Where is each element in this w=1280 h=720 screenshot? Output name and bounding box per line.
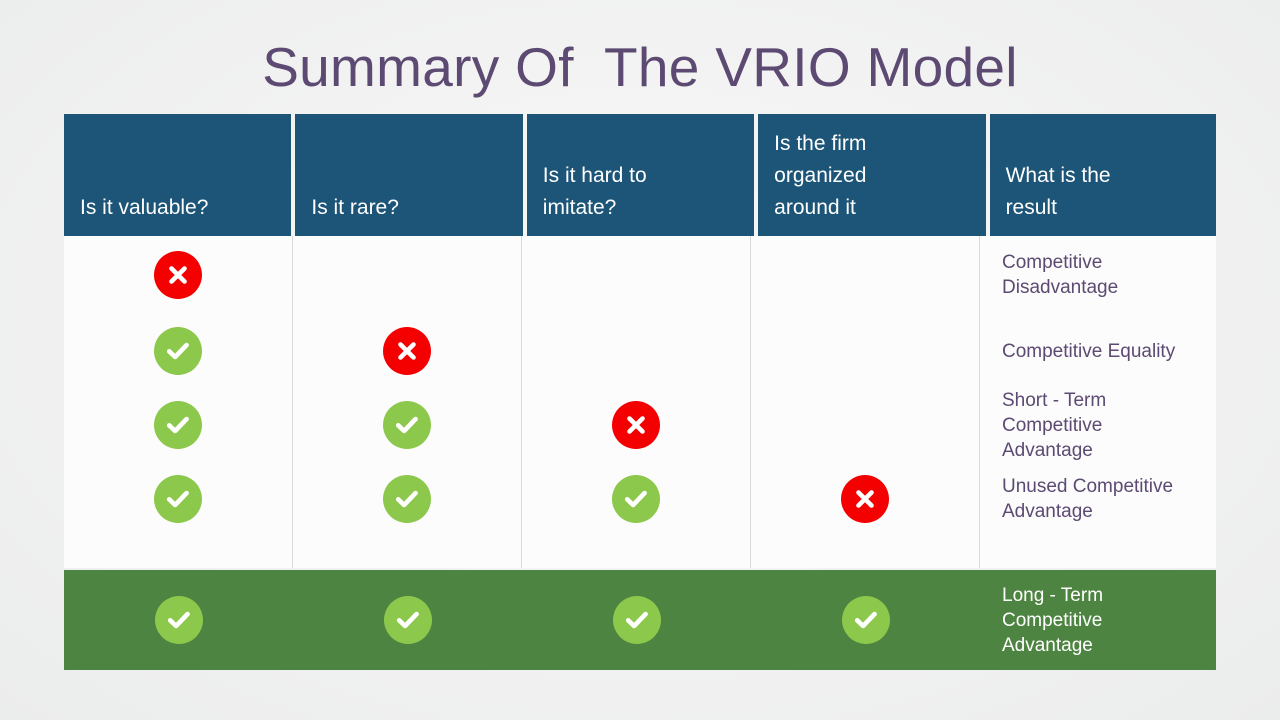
table-cell [64,570,293,670]
table-column-imitate [522,236,751,568]
header-label: What is the result [1005,164,1111,219]
table-cell: Competitive Disadvantage [980,236,1216,314]
cross-circle-icon [383,327,431,375]
table-cell [293,314,521,388]
table-header-organized: Is the firm organized around it [758,114,986,255]
check-circle-icon [612,596,661,644]
empty-cell [841,401,889,449]
cross-circle-icon [154,251,202,299]
cross-circle-icon [612,401,660,449]
table-cell [64,314,292,388]
check-circle-icon [154,401,202,449]
check-circle-icon [154,475,202,523]
table-cell [64,462,292,536]
result-label: Long - Term Competitive Advantage [1002,584,1104,656]
check-circle-icon [841,596,890,644]
check-circle-icon [612,475,660,523]
result-label: Competitive Equality [1002,340,1176,362]
empty-cell [612,251,660,299]
table-cell [751,388,979,462]
table-cell [751,314,979,388]
table-cell [522,570,751,670]
table-header-rare: Is it rare? [295,114,523,255]
table-cell: Competitive Equality [980,314,1216,388]
table-column-valuable [64,236,293,568]
result-label: Unused Competitive Advantage [1002,476,1174,522]
result-label: Short - Term Competitive Advantage [1002,389,1107,461]
page-title: Summary Of The VRIO Model [262,36,1018,98]
table-cell [522,462,750,536]
table-header-row: Is it valuable? Is it rare? Is it hard t… [64,114,1216,255]
table-column-result: Competitive Disadvantage Competitive Equ… [980,236,1216,568]
check-circle-icon [383,475,431,523]
table-cell [751,462,979,536]
table-cell: Short - Term Competitive Advantage [980,388,1216,462]
header-label: Is it valuable? [80,196,209,219]
table-row-highlighted: Long - Term Competitive Advantage [64,570,1216,670]
table-cell [522,388,750,462]
table-column-rare [293,236,522,568]
table-cell [64,388,292,462]
cross-circle-icon [841,475,889,523]
check-circle-icon [154,327,202,375]
empty-cell [841,327,889,375]
table-header-imitate: Is it hard to imitate? [526,114,755,255]
table-cell [522,236,750,314]
empty-cell [841,251,889,299]
table-cell [293,570,522,670]
table-cell [293,388,521,462]
check-circle-icon [383,596,432,644]
table-body: Competitive Disadvantage Competitive Equ… [64,236,1216,568]
table-cell [64,236,292,314]
table-cell [293,236,521,314]
header-label: Is the firm organized around it [774,132,867,219]
empty-cell [383,251,431,299]
check-circle-icon [154,596,203,644]
table-cell [751,236,979,314]
table-cell: Unused Competitive Advantage [980,462,1216,536]
header-label: Is it rare? [311,196,399,219]
table-header-result: What is the result [989,114,1216,255]
vrio-summary-slide: Summary Of The VRIO Model Is it valuable… [0,0,1280,720]
table-cell: Long - Term Competitive Advantage [980,570,1216,670]
check-circle-icon [383,401,431,449]
table-header-valuable: Is it valuable? [64,114,292,255]
table-cell [522,314,750,388]
table-column-organized [751,236,980,568]
empty-cell [612,327,660,375]
table-cell [293,462,521,536]
result-label: Competitive Disadvantage [1002,252,1119,298]
table-cell [751,570,980,670]
header-label: Is it hard to imitate? [542,164,647,219]
vrio-table: Is it valuable? Is it rare? Is it hard t… [64,114,1216,670]
